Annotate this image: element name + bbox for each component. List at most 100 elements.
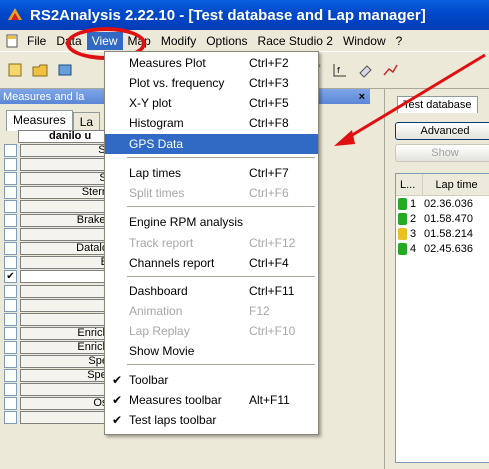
menu-item-lap-replay[interactable]: Lap Replay Ctrl+F10 <box>105 321 318 341</box>
menu-item-shortcut: Ctrl+F3 <box>249 76 289 90</box>
menu-window[interactable]: Window <box>338 32 391 50</box>
measures-panel-title: Measures and la <box>3 90 85 103</box>
menu-item-label: Show Movie <box>129 344 195 358</box>
measure-checkbox[interactable]: ✔ <box>4 270 17 284</box>
menu-item-gps-data[interactable]: GPS Data <box>105 134 318 154</box>
menu-item-shortcut: Ctrl+F12 <box>249 236 296 250</box>
lap-number: 2 <box>410 212 417 225</box>
menu-item-measures-toolbar[interactable]: ✔ Measures toolbar Alt+F11 <box>105 390 318 410</box>
menu-item-label: Lap times <box>129 166 182 180</box>
menu-item-label: Plot vs. frequency <box>129 76 225 90</box>
menu-race-studio[interactable]: Race Studio 2 <box>253 32 338 50</box>
measure-checkbox[interactable] <box>4 214 17 228</box>
menu-item-label: Dashboard <box>129 284 188 298</box>
lap-time: 01.58.470 <box>424 212 473 225</box>
checkmark-icon: ✔ <box>112 393 123 407</box>
menu-item-shortcut: Alt+F11 <box>249 393 290 407</box>
menu-item-lap-times[interactable]: Lap times Ctrl+F7 <box>105 163 318 183</box>
menu-item-dashboard[interactable]: Dashboard Ctrl+F11 <box>105 281 318 301</box>
menu-item-toolbar[interactable]: ✔ Toolbar <box>105 370 318 390</box>
menu-item-label: Measures Plot <box>129 56 206 70</box>
lap-row[interactable]: 2 01.58.470 <box>396 211 489 226</box>
menu-separator <box>127 206 315 207</box>
menu-item-animation[interactable]: Animation F12 <box>105 301 318 321</box>
open-folder-icon[interactable] <box>29 59 51 81</box>
menu-help[interactable]: ? <box>391 32 408 50</box>
measure-checkbox[interactable] <box>4 228 17 242</box>
window-title: RS2Analysis 2.22.10 - [Test database and… <box>30 6 426 24</box>
measure-checkbox[interactable] <box>4 284 17 298</box>
menu-item-measures-plot[interactable]: Measures Plot Ctrl+F2 <box>105 53 318 73</box>
measure-checkbox[interactable] <box>4 256 17 270</box>
menu-item-channels-report[interactable]: Channels report Ctrl+F4 <box>105 253 318 273</box>
column-lap-time[interactable]: Lap time <box>423 174 489 195</box>
lap-flag-icon <box>398 227 407 240</box>
menu-file[interactable]: File <box>22 32 51 50</box>
menu-item-shortcut: Ctrl+F6 <box>249 186 289 200</box>
measure-checkbox[interactable] <box>4 157 17 171</box>
measure-checkbox[interactable] <box>4 411 17 425</box>
menu-item-label: Engine RPM analysis <box>129 215 244 229</box>
menu-item-plot-vs-frequency[interactable]: Plot vs. frequency Ctrl+F3 <box>105 73 318 93</box>
document-icon[interactable] <box>5 34 19 48</box>
measure-checkbox[interactable] <box>4 242 17 256</box>
menu-item-label: GPS Data <box>129 137 184 151</box>
menu-item-label: Toolbar <box>129 373 169 387</box>
menu-item-shortcut: Ctrl+F2 <box>249 56 289 70</box>
lap-row[interactable]: 3 01.58.214 <box>396 226 489 241</box>
lap-number: 4 <box>410 242 417 255</box>
tab-measures[interactable]: Measures <box>6 110 73 131</box>
menu-item-split-times[interactable]: Split times Ctrl+F6 <box>105 183 318 203</box>
menu-item-shortcut: Ctrl+F10 <box>249 324 296 338</box>
measure-checkbox[interactable] <box>4 298 17 312</box>
menu-item-test-laps-toolbar[interactable]: ✔ Test laps toolbar <box>105 410 318 430</box>
checkmark-icon: ✔ <box>112 373 123 387</box>
menu-item-x-y-plot[interactable]: X-Y plot Ctrl+F5 <box>105 93 318 113</box>
menu-item-label: Split times <box>129 186 185 200</box>
menu-item-label: X-Y plot <box>129 96 172 110</box>
menu-modify[interactable]: Modify <box>156 32 201 50</box>
lap-flag-icon <box>398 242 407 255</box>
menu-separator <box>127 364 315 365</box>
measure-checkbox[interactable] <box>4 326 17 340</box>
lap-number: 1 <box>410 197 417 210</box>
measure-checkbox[interactable] <box>4 171 17 185</box>
measure-checkbox[interactable] <box>4 369 17 383</box>
checkmark-icon: ✔ <box>112 413 123 427</box>
annotation-arrow <box>334 53 486 146</box>
lap-flag-icon <box>398 197 407 210</box>
menu-item-label: Test laps toolbar <box>129 413 217 427</box>
new-icon[interactable] <box>4 59 26 81</box>
menu-options[interactable]: Options <box>201 32 252 50</box>
measure-checkbox[interactable] <box>4 383 17 397</box>
measure-checkbox[interactable] <box>4 143 17 157</box>
measure-checkbox[interactable] <box>4 340 17 354</box>
measure-checkbox[interactable] <box>4 397 17 411</box>
measure-checkbox[interactable] <box>4 355 17 369</box>
measure-checkbox[interactable] <box>4 200 17 214</box>
lap-time: 02.36.036 <box>424 197 473 210</box>
lap-rows: 1 02.36.036 2 01.58.470 3 01.58.214 4 02.45.636 <box>396 196 489 256</box>
measure-checkbox[interactable] <box>4 185 17 199</box>
menu-item-label: Channels report <box>129 256 215 270</box>
menu-item-label: Track report <box>129 236 194 250</box>
lap-row[interactable]: 4 02.45.636 <box>396 241 489 256</box>
tag-icon[interactable] <box>54 59 76 81</box>
lap-number: 3 <box>410 227 417 240</box>
lap-time: 01.58.214 <box>424 227 473 240</box>
menu-separator <box>127 276 315 277</box>
lap-flag-icon <box>398 212 407 225</box>
column-lap-number[interactable]: L... <box>396 174 424 195</box>
lap-row[interactable]: 1 02.36.036 <box>396 196 489 211</box>
menu-item-show-movie[interactable]: Show Movie <box>105 341 318 361</box>
menu-item-shortcut: Ctrl+F8 <box>249 116 289 130</box>
menu-item-shortcut: Ctrl+F5 <box>249 96 289 110</box>
lap-list-header: L... Lap time <box>396 174 489 196</box>
menu-item-track-report[interactable]: Track report Ctrl+F12 <box>105 233 318 253</box>
lap-time: 02.45.636 <box>424 242 473 255</box>
menu-item-engine-rpm-analysis[interactable]: Engine RPM analysis <box>105 212 318 232</box>
menu-item-histogram[interactable]: Histogram Ctrl+F8 <box>105 113 318 133</box>
menu-item-label: Histogram <box>129 116 184 130</box>
measure-checkbox[interactable] <box>4 312 17 326</box>
menu-item-shortcut: Ctrl+F7 <box>249 166 289 180</box>
